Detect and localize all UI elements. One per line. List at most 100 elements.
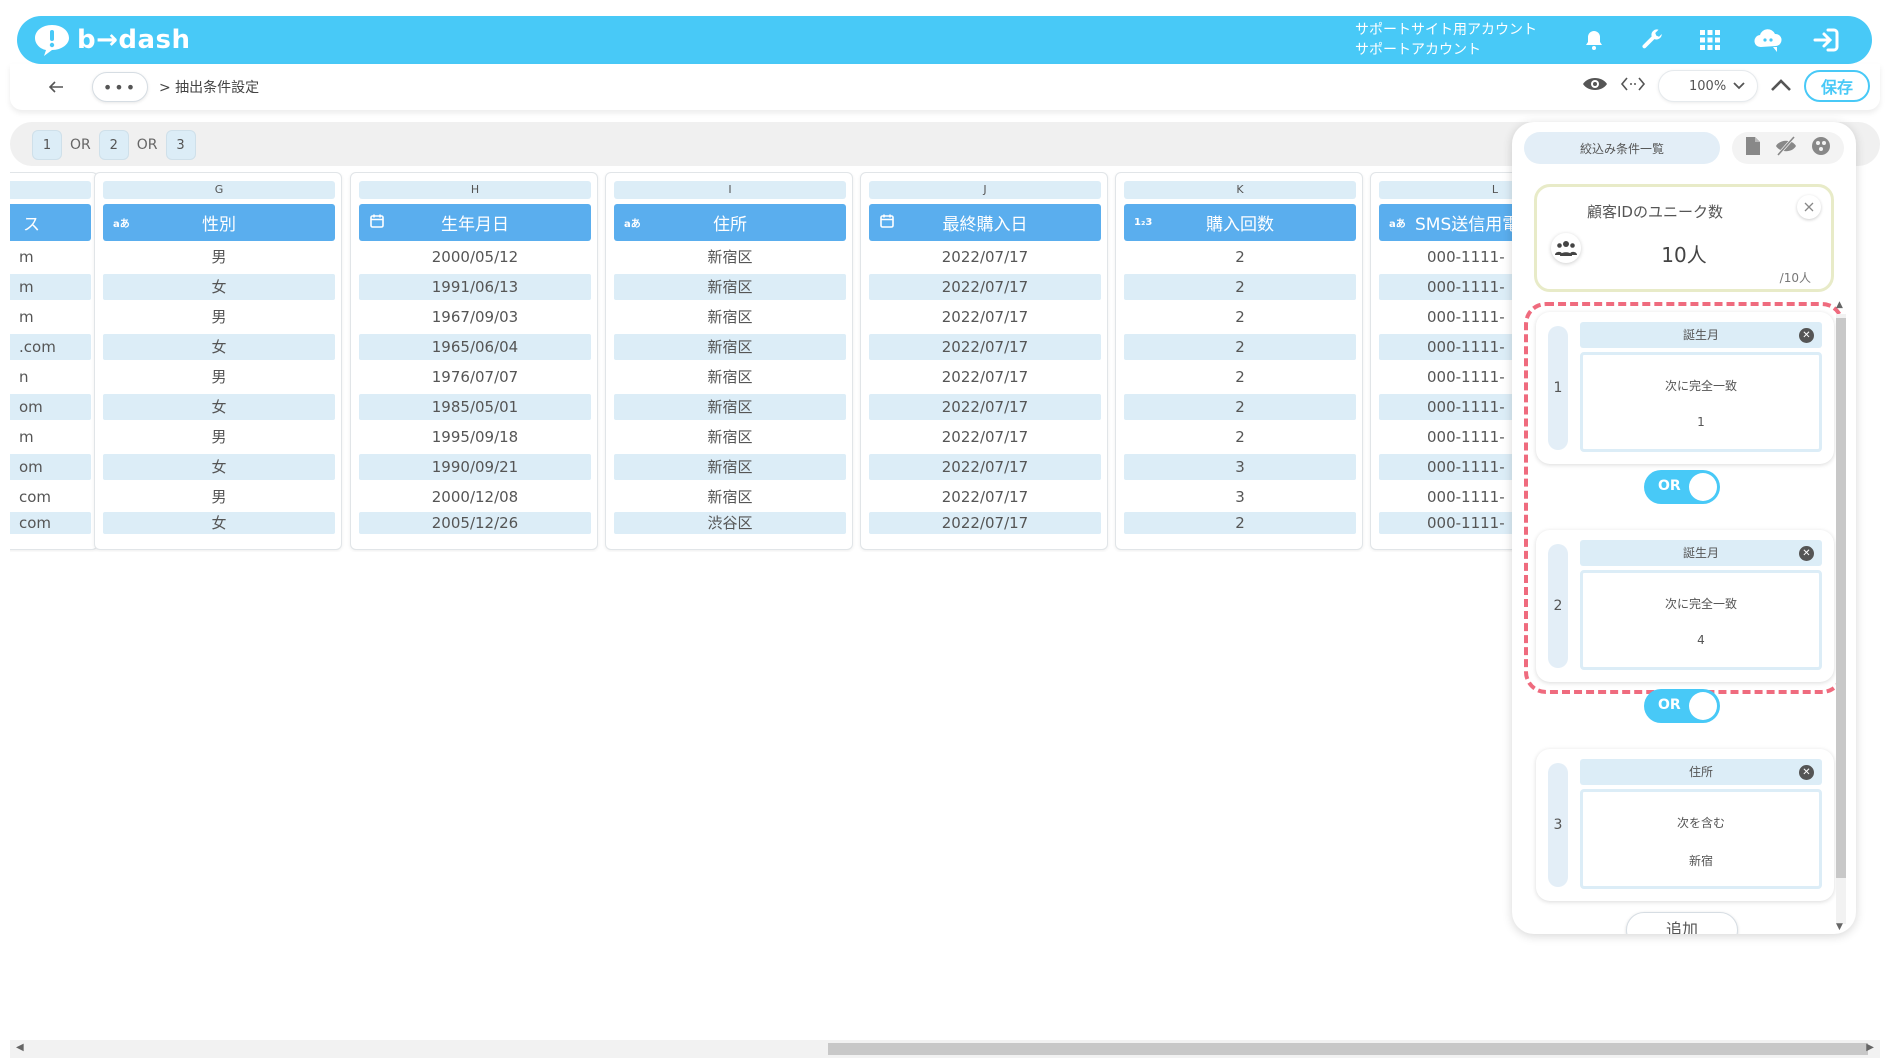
condition-body[interactable]: 次に完全一致 4 xyxy=(1580,570,1822,670)
table-cell[interactable]: m xyxy=(10,304,91,330)
column-header[interactable]: aあ 住所 xyxy=(614,204,846,241)
table-cell[interactable]: m xyxy=(10,244,91,270)
table-cell[interactable]: 新宿区 xyxy=(614,244,846,270)
group-chip-2[interactable]: 2 xyxy=(98,130,129,160)
table-cell[interactable]: com xyxy=(10,484,91,510)
table-cell[interactable]: 新宿区 xyxy=(614,334,846,360)
table-cell[interactable]: 新宿区 xyxy=(614,304,846,330)
table-cell[interactable]: 2022/07/17 xyxy=(869,424,1101,450)
column-letter[interactable]: H xyxy=(359,181,591,199)
table-cell[interactable]: 女 xyxy=(103,274,335,300)
scroll-thumb[interactable] xyxy=(1836,318,1846,878)
table-cell[interactable]: om xyxy=(10,454,91,480)
apps-grid-icon[interactable] xyxy=(1694,24,1726,56)
panel-scrollbar[interactable]: ▲ ▼ xyxy=(1832,300,1850,936)
group-chip-3[interactable]: 3 xyxy=(165,130,196,160)
table-cell[interactable]: 1967/09/03 xyxy=(359,304,591,330)
table-cell[interactable]: 新宿区 xyxy=(614,364,846,390)
condition-field[interactable]: 誕生月 xyxy=(1580,540,1822,566)
table-cell[interactable]: 2 xyxy=(1124,304,1356,330)
add-condition-button[interactable]: 追加 xyxy=(1626,912,1738,934)
table-cell[interactable]: 2 xyxy=(1124,244,1356,270)
remove-condition-icon[interactable]: ✕ xyxy=(1799,546,1814,561)
table-cell[interactable]: 男 xyxy=(103,244,335,270)
wrench-icon[interactable] xyxy=(1636,24,1668,56)
column-header[interactable]: 1₂3 購入回数 xyxy=(1124,204,1356,241)
table-cell[interactable]: 2005/12/26 xyxy=(359,512,591,534)
support-cloud-icon[interactable] xyxy=(1752,24,1784,56)
back-arrow-icon[interactable] xyxy=(44,75,68,99)
logo[interactable]: b→dash xyxy=(33,22,191,58)
column-header[interactable]: 生年月日 xyxy=(359,204,591,241)
condition-body[interactable]: 次を含む 新宿 xyxy=(1580,789,1822,889)
table-cell[interactable]: 1990/09/21 xyxy=(359,454,591,480)
scroll-thumb[interactable] xyxy=(828,1043,1868,1055)
account-info[interactable]: サポートサイト用アカウント サポートアカウント xyxy=(1355,20,1537,60)
table-cell[interactable]: 2000/05/12 xyxy=(359,244,591,270)
palette-icon[interactable] xyxy=(1811,136,1831,160)
table-cell[interactable]: 1995/09/18 xyxy=(359,424,591,450)
table-cell[interactable]: 3 xyxy=(1124,454,1356,480)
column-letter[interactable]: G xyxy=(103,181,335,199)
table-cell[interactable]: com xyxy=(10,512,91,534)
table-cell[interactable]: 男 xyxy=(103,424,335,450)
or-toggle[interactable]: OR xyxy=(1644,689,1720,723)
table-cell[interactable]: 新宿区 xyxy=(614,394,846,420)
table-cell[interactable]: 2022/07/17 xyxy=(869,484,1101,510)
column-letter[interactable]: I xyxy=(614,181,846,199)
table-cell[interactable]: 2022/07/17 xyxy=(869,394,1101,420)
table-cell[interactable]: 新宿区 xyxy=(614,454,846,480)
scroll-left-arrow-icon[interactable]: ◀ xyxy=(16,1042,24,1053)
table-cell[interactable]: 2 xyxy=(1124,424,1356,450)
table-cell[interactable]: 2 xyxy=(1124,512,1356,534)
tab-filter-list[interactable]: 絞込み条件一覧 xyxy=(1524,132,1720,164)
table-cell[interactable]: 2022/07/17 xyxy=(869,304,1101,330)
or-toggle[interactable]: OR xyxy=(1644,470,1720,504)
table-cell[interactable]: m xyxy=(10,274,91,300)
table-cell[interactable]: om xyxy=(10,394,91,420)
table-cell[interactable]: m xyxy=(10,424,91,450)
document-icon[interactable] xyxy=(1745,136,1761,160)
table-cell[interactable]: 新宿区 xyxy=(614,424,846,450)
column-header[interactable]: ス xyxy=(10,204,91,241)
table-cell[interactable]: 女 xyxy=(103,394,335,420)
condition-field[interactable]: 住所 xyxy=(1580,759,1822,785)
column-header[interactable]: 最終購入日 xyxy=(869,204,1101,241)
condition-card-3[interactable]: 3 住所 ✕ 次を含む 新宿 xyxy=(1536,749,1834,901)
table-cell[interactable]: 3 xyxy=(1124,484,1356,510)
scroll-up-arrow-icon[interactable]: ▲ xyxy=(1836,300,1843,310)
scroll-right-arrow-icon[interactable]: ▶ xyxy=(1866,1042,1874,1053)
table-cell[interactable]: 2022/07/17 xyxy=(869,512,1101,534)
group-chip-1[interactable]: 1 xyxy=(32,130,62,160)
table-cell[interactable]: 2 xyxy=(1124,394,1356,420)
table-cell[interactable]: 1985/05/01 xyxy=(359,394,591,420)
preview-eye-icon[interactable] xyxy=(1582,74,1608,98)
close-icon[interactable] xyxy=(1797,195,1821,219)
condition-field[interactable]: 誕生月 xyxy=(1580,322,1822,348)
table-cell[interactable]: n xyxy=(10,364,91,390)
table-cell[interactable]: 女 xyxy=(103,512,335,534)
table-cell[interactable]: 1976/07/07 xyxy=(359,364,591,390)
table-cell[interactable]: 2022/07/17 xyxy=(869,244,1101,270)
condition-card-2[interactable]: 2 誕生月 ✕ 次に完全一致 4 xyxy=(1536,530,1834,682)
table-cell[interactable]: 2022/07/17 xyxy=(869,274,1101,300)
table-cell[interactable]: 2022/07/17 xyxy=(869,454,1101,480)
table-cell[interactable]: 女 xyxy=(103,454,335,480)
remove-condition-icon[interactable]: ✕ xyxy=(1799,328,1814,343)
collapse-chevron-up-icon[interactable] xyxy=(1770,77,1792,96)
eye-off-icon[interactable] xyxy=(1775,136,1797,160)
column-header[interactable]: aあ 性別 xyxy=(103,204,335,241)
table-cell[interactable]: 男 xyxy=(103,364,335,390)
zoom-select[interactable]: 100% xyxy=(1658,70,1758,102)
table-cell[interactable]: 2 xyxy=(1124,334,1356,360)
table-cell[interactable]: 2 xyxy=(1124,274,1356,300)
table-cell[interactable]: 男 xyxy=(103,484,335,510)
table-cell[interactable]: 渋谷区 xyxy=(614,512,846,534)
condition-card-1[interactable]: 1 誕生月 ✕ 次に完全一致 1 xyxy=(1536,312,1834,464)
table-cell[interactable]: 1991/06/13 xyxy=(359,274,591,300)
bell-icon[interactable] xyxy=(1578,24,1610,56)
breadcrumb-more-button[interactable]: ••• xyxy=(92,72,148,102)
table-cell[interactable]: 新宿区 xyxy=(614,484,846,510)
table-cell[interactable]: 2022/07/17 xyxy=(869,334,1101,360)
column-letter[interactable]: K xyxy=(1124,181,1356,199)
